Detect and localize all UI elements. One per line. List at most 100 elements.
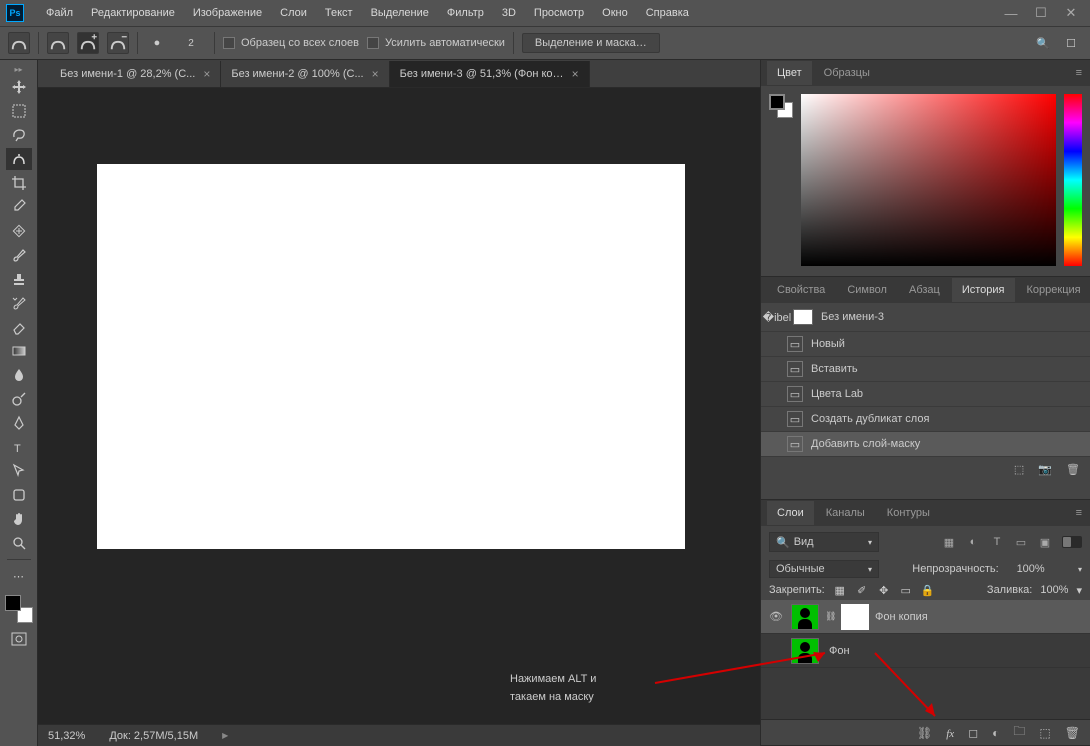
close-icon[interactable]: × <box>572 67 579 81</box>
tab-history[interactable]: История <box>952 278 1015 302</box>
edit-toolbar[interactable]: ⋯ <box>6 565 32 587</box>
filter-toggle[interactable] <box>1062 536 1082 548</box>
add-selection-icon[interactable] <box>77 32 99 54</box>
document-tab-3[interactable]: Без имени-3 @ 51,3% (Фон копия, Слой-мас… <box>390 61 590 87</box>
menu-filter[interactable]: Фильтр <box>439 3 492 23</box>
quick-select-tool[interactable] <box>6 148 32 170</box>
crop-tool[interactable] <box>6 172 32 194</box>
filter-smart-icon[interactable]: ▣ <box>1038 535 1052 549</box>
group-icon[interactable]: 🗀 <box>1013 722 1025 743</box>
tab-paths[interactable]: Контуры <box>877 501 940 525</box>
menu-3d[interactable]: 3D <box>494 3 524 23</box>
hand-tool[interactable] <box>6 508 32 530</box>
doc-size[interactable]: Док: 2,57M/5,15M <box>109 730 198 742</box>
marquee-tool[interactable] <box>6 100 32 122</box>
maximize-button[interactable]: ☐ <box>1028 4 1054 22</box>
panel-menu-icon[interactable]: ≡ <box>1068 63 1090 83</box>
history-item[interactable]: ▭Добавить слой-маску <box>761 432 1090 457</box>
minimize-button[interactable]: — <box>998 4 1024 22</box>
adjustment-layer-icon[interactable]: ◐ <box>992 726 999 740</box>
tab-paragraph[interactable]: Абзац <box>899 278 950 302</box>
tab-color[interactable]: Цвет <box>767 61 812 85</box>
search-icon[interactable]: 🔍 <box>1032 32 1054 54</box>
document-tab-2[interactable]: Без имени-2 @ 100% (С...× <box>221 61 389 87</box>
quick-mask-mode[interactable] <box>6 629 32 649</box>
history-item[interactable]: ▭Цвета Lab <box>761 382 1090 407</box>
tab-character[interactable]: Символ <box>837 278 897 302</box>
color-swatches[interactable] <box>5 595 33 623</box>
lock-position-icon[interactable]: ✥ <box>877 583 891 597</box>
document-tab-1[interactable]: Без имени-1 @ 28,2% (С...× <box>50 61 221 87</box>
eyedropper-tool[interactable] <box>6 196 32 218</box>
layer-row[interactable]: Фон <box>761 634 1090 668</box>
shape-tool[interactable] <box>6 484 32 506</box>
dodge-tool[interactable] <box>6 388 32 410</box>
lock-transparent-icon[interactable]: ▦ <box>833 583 847 597</box>
filter-shape-icon[interactable]: ▭ <box>1014 535 1028 549</box>
filter-type-icon[interactable]: T <box>990 535 1004 549</box>
canvas-area[interactable] <box>38 88 760 724</box>
new-layer-icon[interactable]: ⬚ <box>1039 726 1050 740</box>
layer-filter-type[interactable]: 🔍Вид▾ <box>769 532 879 552</box>
delete-icon[interactable]: 🗑 <box>1066 463 1080 476</box>
history-item[interactable]: ▭Вставить <box>761 357 1090 382</box>
auto-enhance-checkbox[interactable]: Усилить автоматически <box>367 37 505 49</box>
mask-link-icon[interactable]: ⛓ <box>825 611 835 622</box>
menu-file[interactable]: Файл <box>38 3 81 23</box>
zoom-tool[interactable] <box>6 532 32 554</box>
layer-mask-thumbnail[interactable] <box>841 604 869 630</box>
subtract-selection-icon[interactable] <box>107 32 129 54</box>
fill-value[interactable]: 100% <box>1040 584 1068 596</box>
lock-all-icon[interactable]: 🔒 <box>921 583 935 597</box>
brush-tool[interactable] <box>6 244 32 266</box>
layer-fx-icon[interactable]: fx <box>946 726 954 740</box>
pen-tool[interactable] <box>6 412 32 434</box>
path-select-tool[interactable] <box>6 460 32 482</box>
history-document-header[interactable]: �ibel Без имени-3 <box>761 303 1090 332</box>
panel-menu-icon[interactable]: ≡ <box>1068 503 1090 523</box>
color-fg-bg[interactable] <box>769 94 793 268</box>
workspace-icon[interactable]: ☐ <box>1060 32 1082 54</box>
layer-thumbnail[interactable] <box>791 638 819 664</box>
snapshot-icon[interactable]: 📷 <box>1038 463 1052 476</box>
link-layers-icon[interactable]: ⛓ <box>917 726 932 740</box>
history-brush-tool[interactable] <box>6 292 32 314</box>
canvas[interactable] <box>97 164 685 549</box>
blur-tool[interactable] <box>6 364 32 386</box>
menu-help[interactable]: Справка <box>638 3 697 23</box>
brush-preview-icon[interactable]: ● <box>146 32 168 54</box>
menu-edit[interactable]: Редактирование <box>83 3 183 23</box>
close-icon[interactable]: × <box>203 67 210 81</box>
close-button[interactable]: ✕ <box>1058 4 1084 22</box>
layer-row[interactable]: 👁 ⛓ Фон копия <box>761 600 1090 634</box>
tab-layers[interactable]: Слои <box>767 501 814 525</box>
filter-adjust-icon[interactable]: ◐ <box>966 535 980 549</box>
menu-select[interactable]: Выделение <box>363 3 437 23</box>
type-tool[interactable]: T <box>6 436 32 458</box>
visibility-icon[interactable]: 👁 <box>767 610 785 623</box>
layer-thumbnail[interactable] <box>791 604 819 630</box>
menu-view[interactable]: Просмотр <box>526 3 592 23</box>
menu-image[interactable]: Изображение <box>185 3 270 23</box>
brush-size-value[interactable]: 2 <box>176 34 206 52</box>
status-arrow-icon[interactable]: ▶ <box>222 731 228 740</box>
eraser-tool[interactable] <box>6 316 32 338</box>
move-tool[interactable] <box>6 76 32 98</box>
opacity-value[interactable]: 100% <box>1005 563 1045 575</box>
stamp-tool[interactable] <box>6 268 32 290</box>
layer-name[interactable]: Фон <box>829 645 850 657</box>
history-item[interactable]: ▭Создать дубликат слоя <box>761 407 1090 432</box>
menu-window[interactable]: Окно <box>594 3 636 23</box>
tool-preset-icon[interactable] <box>8 32 30 54</box>
history-item[interactable]: ▭Новый <box>761 332 1090 357</box>
sample-all-layers-checkbox[interactable]: Образец со всех слоев <box>223 37 359 49</box>
delete-layer-icon[interactable]: 🗑 <box>1065 726 1080 740</box>
tab-adjustments[interactable]: Коррекция <box>1017 278 1090 302</box>
chevron-down-icon[interactable]: ▾ <box>1076 584 1082 597</box>
menu-text[interactable]: Текст <box>317 3 361 23</box>
add-mask-icon[interactable]: ◻ <box>968 726 978 740</box>
close-icon[interactable]: × <box>372 67 379 81</box>
color-picker[interactable] <box>801 94 1056 266</box>
tab-properties[interactable]: Свойства <box>767 278 835 302</box>
chevron-down-icon[interactable]: ▾ <box>1078 565 1082 574</box>
